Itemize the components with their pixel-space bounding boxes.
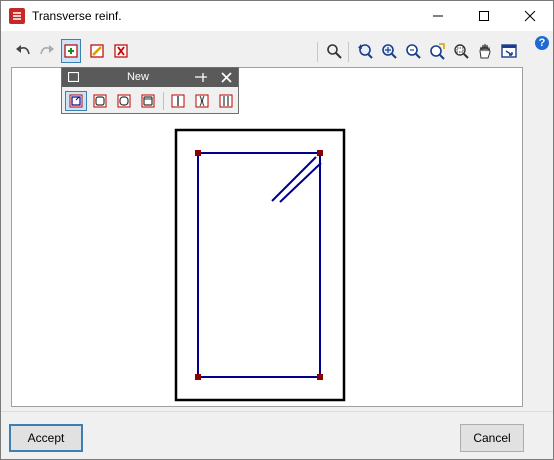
search-button[interactable]	[324, 39, 344, 63]
concrete-section-outline	[174, 128, 346, 402]
close-button[interactable]	[507, 1, 553, 31]
export-view-icon	[501, 44, 517, 58]
zoom-extents-button[interactable]	[427, 39, 447, 63]
stirrup-closed-button[interactable]	[89, 91, 111, 111]
stirrup-hook	[271, 156, 322, 203]
section-drawing	[174, 128, 346, 402]
drawing-canvas[interactable]	[11, 67, 523, 407]
stirrup-rounded-button[interactable]	[113, 91, 135, 111]
accept-button[interactable]: Accept	[9, 424, 83, 452]
floating-toolbar-separator	[163, 92, 164, 110]
tie-bent-icon	[195, 94, 209, 108]
footer-divider	[1, 411, 553, 412]
window-title: Transverse reinf.	[32, 9, 122, 23]
add-reinforcement-button[interactable]	[61, 39, 81, 63]
longitudinal-bar[interactable]	[317, 374, 323, 380]
zoom-in-button[interactable]	[403, 39, 423, 63]
tie-straight-icon	[171, 94, 185, 108]
stirrup-double-button[interactable]	[137, 91, 159, 111]
stirrup-hooked-icon	[69, 94, 83, 108]
close-icon	[524, 10, 536, 22]
undo-icon	[16, 45, 30, 55]
zoom-all-icon	[382, 44, 397, 59]
stirrup[interactable]	[197, 152, 321, 378]
zoom-previous-button[interactable]	[355, 39, 375, 63]
floating-toolbar-new: New	[61, 67, 239, 114]
stirrup-double-icon	[141, 94, 155, 108]
pin-icon[interactable]	[194, 72, 208, 83]
redo-button[interactable]	[37, 39, 57, 63]
add-reinforcement-icon	[64, 44, 78, 58]
minimize-icon	[433, 15, 443, 17]
longitudinal-bar[interactable]	[195, 374, 201, 380]
longitudinal-bar[interactable]	[195, 150, 201, 156]
close-icon[interactable]	[221, 72, 232, 83]
stirrup-rounded-icon	[117, 94, 131, 108]
pan-hand-icon	[479, 43, 491, 59]
help-button[interactable]: ?	[535, 36, 549, 50]
zoom-all-button[interactable]	[379, 39, 399, 63]
zoom-extents-icon	[430, 43, 445, 60]
undo-button[interactable]	[13, 39, 33, 63]
toolbar-separator	[317, 42, 318, 62]
stirrup-closed-icon	[93, 94, 107, 108]
export-view-button[interactable]	[499, 39, 519, 63]
tie-double-button[interactable]	[215, 91, 237, 111]
redo-icon	[40, 45, 54, 55]
edit-reinforcement-button[interactable]	[87, 39, 107, 63]
pan-button[interactable]	[475, 39, 495, 63]
stirrup-hooked-button[interactable]	[65, 91, 87, 111]
toolbar-separator	[348, 42, 349, 62]
zoom-previous-icon	[358, 44, 373, 59]
edit-reinforcement-icon	[90, 44, 104, 58]
delete-reinforcement-icon	[114, 44, 128, 58]
main-toolbar	[1, 39, 553, 67]
longitudinal-bar[interactable]	[317, 150, 323, 156]
zoom-window-button[interactable]	[451, 39, 471, 63]
floating-toolbar-title: New	[126, 71, 149, 83]
zoom-in-icon	[406, 44, 421, 59]
dialog-window: Transverse reinf. ? New Accept Cancel	[0, 0, 554, 460]
tie-straight-button[interactable]	[167, 91, 189, 111]
cancel-button[interactable]: Cancel	[460, 424, 524, 452]
maximize-icon	[479, 11, 489, 21]
title-bar: Transverse reinf.	[1, 1, 553, 31]
zoom-window-icon	[454, 44, 469, 59]
maximize-button[interactable]	[461, 1, 507, 31]
search-icon	[327, 44, 342, 59]
delete-reinforcement-button[interactable]	[111, 39, 131, 63]
floating-toolbar-header[interactable]: New	[62, 68, 238, 87]
minimize-button[interactable]	[415, 1, 461, 31]
tie-double-icon	[219, 94, 233, 108]
app-icon	[9, 8, 25, 24]
tie-bent-button[interactable]	[191, 91, 213, 111]
